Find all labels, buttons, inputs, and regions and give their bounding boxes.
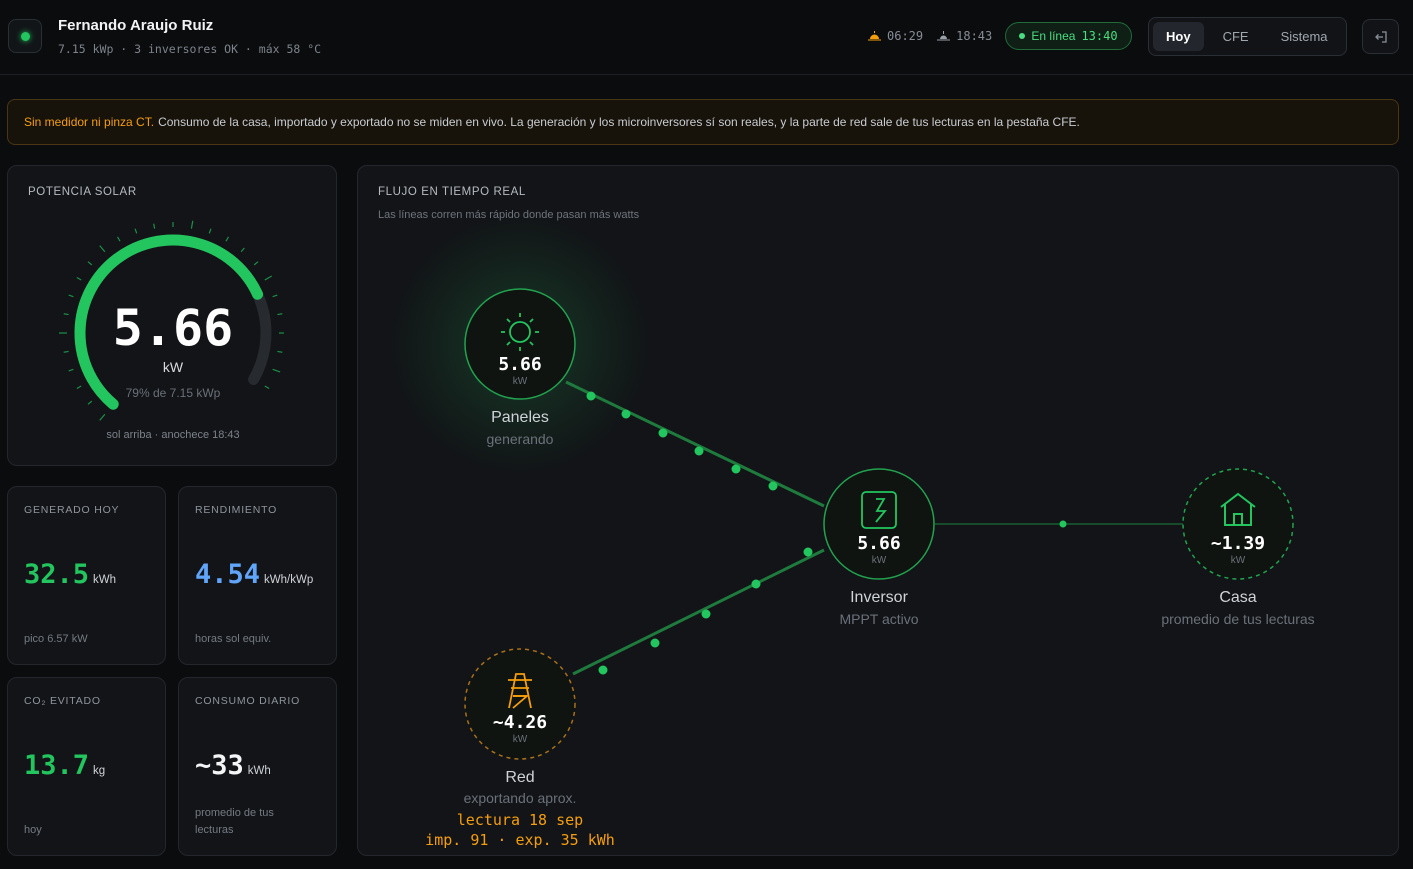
stat-foot: horas sol equiv. — [195, 633, 272, 645]
tab-hoy[interactable]: Hoy — [1153, 22, 1204, 51]
stat-card-generated: GENERADO HOY 32.5 kWh pico 6.57 kW — [7, 486, 166, 665]
stat-unit: kWh/kWp — [264, 574, 314, 586]
gauge-unit: kW — [162, 359, 184, 375]
sun-times: 06:29 18:43 — [868, 29, 992, 43]
sunrise-icon — [868, 31, 881, 41]
house-unit: kW — [1231, 555, 1246, 566]
gauge-tick — [68, 294, 74, 298]
gauge-tick — [190, 220, 194, 229]
gauge-tick — [99, 245, 106, 253]
inverter-unit: kW — [872, 555, 887, 566]
banner-highlight: Sin medidor ni pinza CT. — [24, 115, 155, 129]
status-dot-icon — [20, 31, 30, 41]
gauge-tick — [76, 276, 82, 281]
stat-foot: pico 6.57 kW — [24, 633, 88, 645]
gauge-tick — [264, 275, 273, 281]
gauge-tick — [208, 228, 212, 234]
online-dot-icon — [1019, 33, 1026, 39]
stat-value-wrap: 32.5 kWh — [24, 559, 116, 590]
gauge-tick — [272, 294, 278, 298]
gauge-footer: sol arriba · anochece 18:43 — [106, 429, 240, 441]
banner-text: Consumo de la casa, importado y exportad… — [158, 115, 1080, 129]
stat-label: CO₂ EVITADO — [24, 695, 101, 707]
tab-sistema[interactable]: Sistema — [1268, 22, 1341, 51]
house-value: ~1.39 — [1211, 533, 1265, 554]
online-label: En línea — [1031, 29, 1076, 43]
sunset-icon — [937, 31, 951, 41]
stat-value: 4.54 — [195, 559, 261, 590]
system-status-indicator[interactable] — [8, 19, 42, 53]
panels-label: Paneles — [491, 409, 549, 426]
inverter-label: Inversor — [850, 589, 908, 606]
grid-label: Red — [505, 769, 535, 786]
stat-card-consumption: CONSUMO DIARIO ~33 kWh promedio de tus le… — [178, 677, 337, 856]
grid-import-export: imp. 91 · exp. 35 kWh — [425, 831, 615, 849]
gauge-tick — [87, 400, 93, 405]
solar-power-card: POTENCIA SOLAR 5.66 kW 79% de 7.15 kWp s… — [7, 165, 337, 466]
stat-unit: kg — [93, 765, 106, 777]
gauge-tick — [116, 236, 121, 242]
stat-foot: hoy — [24, 824, 42, 836]
stat-value-wrap: 13.7 kg — [24, 750, 105, 781]
house-label: Casa — [1219, 589, 1257, 606]
panels-value: 5.66 — [498, 354, 541, 375]
stat-foot: promedio de tus lecturas — [195, 807, 274, 836]
stat-label: RENDIMIENTO — [195, 504, 278, 516]
gauge-tick — [153, 223, 156, 229]
stat-card-yield: RENDIMIENTO 4.54 kWh/kWp horas sol equiv. — [178, 486, 337, 665]
logout-icon — [1374, 30, 1387, 43]
stat-unit: kWh — [93, 574, 117, 586]
panels-sub: generando — [486, 431, 554, 447]
flow-diagram: 5.66 kW 5.66 kW ~1.39 kW ~4.26 kW — [390, 214, 1294, 760]
stat-card-co2: CO₂ EVITADO 13.7 kg hoy — [7, 677, 166, 856]
inverter-sub: MPPT activo — [839, 611, 919, 627]
realtime-flow-card: FLUJO EN TIEMPO REAL Las líneas corren m… — [357, 165, 1399, 856]
gauge-value: 5.66 — [112, 299, 234, 357]
stat-value: 13.7 — [24, 750, 90, 781]
user-name: Fernando Araujo Ruiz — [58, 17, 214, 34]
grid-value: ~4.26 — [493, 712, 547, 733]
sunrise-time: 06:29 — [887, 29, 924, 43]
gauge-tick — [225, 236, 230, 242]
inverter-value: 5.66 — [857, 533, 900, 554]
grid-unit: kW — [513, 734, 528, 745]
grid-reading-date: lectura 18 sep — [456, 811, 584, 829]
gauge-tick — [134, 228, 138, 234]
gauge-tick — [87, 261, 93, 266]
online-time: 13:40 — [1081, 29, 1118, 43]
stat-label: GENERADO HOY — [24, 504, 120, 516]
stat-value-wrap: 4.54 kWh/kWp — [195, 559, 313, 590]
grid-sub: exportando aprox. — [463, 790, 577, 806]
view-tabs: Hoy CFE Sistema — [1148, 17, 1347, 56]
house-sub: promedio de tus lecturas — [1161, 611, 1315, 627]
logout-button[interactable] — [1362, 19, 1399, 54]
app-header: Fernando Araujo Ruiz 7.15 kWp · 3 invers… — [0, 0, 1413, 75]
gauge-tick — [253, 261, 259, 266]
stat-value-wrap: ~33 kWh — [195, 750, 271, 781]
gauge-tick — [99, 413, 106, 421]
online-status-badge: En línea 13:40 — [1005, 22, 1132, 50]
panels-unit: kW — [513, 376, 528, 387]
tab-cfe[interactable]: CFE — [1210, 22, 1262, 51]
gauge-percent: 79% de 7.15 kWp — [125, 386, 221, 400]
sunset-time: 18:43 — [956, 29, 993, 43]
stat-value: ~33 — [195, 750, 244, 781]
gauge-tick — [240, 247, 245, 253]
stat-unit: kWh — [247, 765, 271, 777]
no-meter-warning-banner: Sin medidor ni pinza CT. Consumo de la c… — [7, 99, 1399, 145]
stat-label: CONSUMO DIARIO — [195, 695, 301, 707]
system-summary: 7.15 kWp · 3 inversores OK · máx 58 °C — [58, 42, 322, 56]
stat-value: 32.5 — [24, 559, 90, 590]
